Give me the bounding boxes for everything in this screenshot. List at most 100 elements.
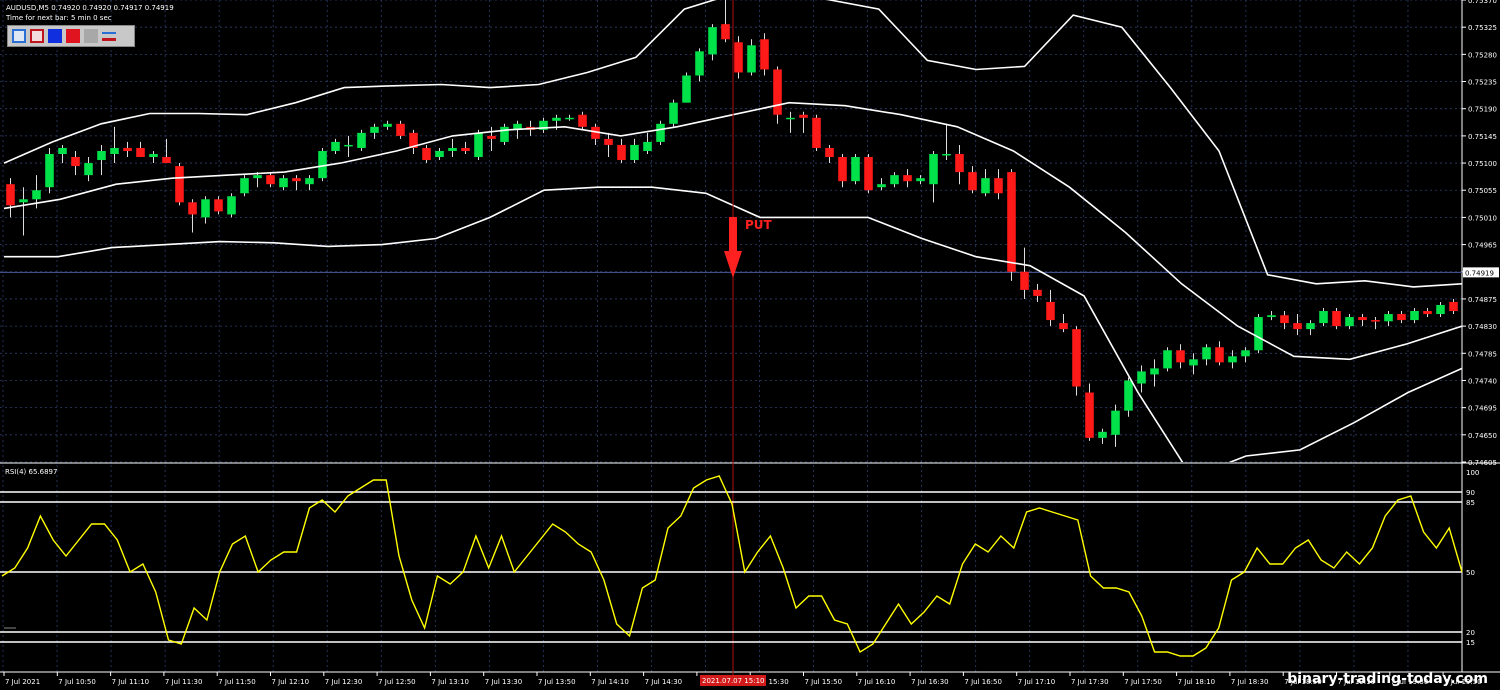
bear-candle xyxy=(773,69,782,115)
price-axis-label: 0.75235 xyxy=(1468,79,1497,87)
price-axis-label: 0.75325 xyxy=(1468,24,1497,32)
bull-candle xyxy=(279,178,288,188)
put-arrow-shaft xyxy=(729,217,737,253)
bull-candle xyxy=(331,141,340,151)
bull-candle xyxy=(1111,410,1120,435)
bear-candle xyxy=(838,157,847,182)
bear-candle xyxy=(864,157,873,191)
bull-candle xyxy=(851,157,860,182)
symbol-info: AUDUSD,M5 0.74920 0.74920 0.74917 0.7491… xyxy=(6,4,174,12)
bear-candle xyxy=(760,39,769,70)
color-toolbar xyxy=(7,25,135,47)
bull-candle xyxy=(656,123,665,142)
price-axis-label: 0.74830 xyxy=(1468,323,1497,331)
time-axis-label: 7 Jul 12:50 xyxy=(378,678,416,686)
current-price-label: 0.74919 xyxy=(1465,269,1494,277)
bear-candle xyxy=(266,175,275,185)
bear-candle xyxy=(487,135,496,139)
bull-candle xyxy=(370,126,379,133)
price-axis-label: 0.74965 xyxy=(1468,242,1497,250)
time-axis-label: 7 Jul 11:50 xyxy=(218,678,256,686)
bull-candle xyxy=(1163,350,1172,369)
put-signal-label: PUT xyxy=(745,218,773,232)
bull-candle xyxy=(474,132,483,158)
bull-candle xyxy=(1202,347,1211,360)
filled-square-red-icon[interactable] xyxy=(66,29,80,43)
bear-candle xyxy=(396,123,405,136)
bull-candle xyxy=(1319,311,1328,324)
bear-candle xyxy=(812,117,821,148)
bear-candle xyxy=(1007,172,1016,272)
price-axis-label: 0.75100 xyxy=(1468,160,1497,168)
time-axis-label: 7 Jul 15:50 xyxy=(805,678,843,686)
price-axis-label: 0.74785 xyxy=(1468,350,1497,358)
time-axis-label: 7 Jul 17:30 xyxy=(1071,678,1109,686)
bull-candle xyxy=(669,102,678,124)
bear-candle xyxy=(162,157,171,164)
bear-candle xyxy=(1332,311,1341,327)
price-axis-label: 0.75280 xyxy=(1468,51,1497,59)
watermark: binary-trading-today.com xyxy=(1287,671,1488,687)
time-axis-label: 7 Jul 13:10 xyxy=(431,678,469,686)
bull-candle xyxy=(929,154,938,185)
bear-candle xyxy=(1293,323,1302,330)
bear-candle xyxy=(1280,315,1289,324)
bear-candle xyxy=(1020,271,1029,290)
bull-candle xyxy=(552,117,561,121)
signal-time-label: 2021.07.07 15:10 xyxy=(702,677,764,685)
outline-square-blue-icon[interactable] xyxy=(12,29,26,43)
line-style-icon[interactable] xyxy=(102,29,116,43)
bull-candle xyxy=(45,154,54,188)
bull-candle xyxy=(695,51,704,76)
bull-candle xyxy=(32,190,41,200)
price-axis-label: 0.74875 xyxy=(1468,296,1497,304)
bear-candle xyxy=(214,199,223,212)
bear-candle xyxy=(994,178,1003,194)
time-axis-label: 7 Jul 14:10 xyxy=(591,678,629,686)
bull-candle xyxy=(1124,380,1133,411)
rsi-level-label: 90 xyxy=(1466,489,1475,497)
outline-square-red-icon[interactable] xyxy=(30,29,44,43)
bear-candle xyxy=(136,147,145,158)
rsi-level-label: 20 xyxy=(1466,629,1475,637)
chart-background xyxy=(0,0,1500,690)
bear-candle xyxy=(1397,314,1406,321)
bull-candle xyxy=(1150,368,1159,375)
bull-candle xyxy=(344,144,353,147)
bull-candle xyxy=(1137,371,1146,384)
bear-candle xyxy=(955,154,964,173)
bull-candle xyxy=(318,150,327,179)
rsi-level-label: 50 xyxy=(1466,569,1475,577)
price-axis-label: 0.74740 xyxy=(1468,377,1497,385)
bear-candle xyxy=(721,24,730,40)
bear-candle xyxy=(825,147,834,158)
bull-candle xyxy=(708,27,717,55)
bull-candle xyxy=(916,178,925,182)
time-axis-label: 7 Jul 18:30 xyxy=(1231,678,1269,686)
filled-square-gray-icon[interactable] xyxy=(84,29,98,43)
bear-candle xyxy=(1215,347,1224,363)
price-axis-label: 0.74695 xyxy=(1468,405,1497,413)
trading-chart[interactable]: 0.75370 0.75325 0.75280 0.75235 0.75190 0.751… xyxy=(0,0,1500,690)
bear-candle xyxy=(1371,320,1380,322)
rsi-level-label: 85 xyxy=(1466,499,1475,507)
price-axis-label: 0.75010 xyxy=(1468,214,1497,222)
bear-candle xyxy=(968,172,977,191)
price-axis-label: 0.74650 xyxy=(1468,432,1497,440)
bull-candle xyxy=(1267,315,1276,318)
bull-candle xyxy=(1098,431,1107,438)
price-axis-label: 0.75055 xyxy=(1468,187,1497,195)
time-axis-label: 7 Jul 13:30 xyxy=(485,678,523,686)
bull-candle xyxy=(1384,314,1393,322)
filled-square-blue-icon[interactable] xyxy=(48,29,62,43)
bar-timer: Time for next bar: 5 min 0 sec xyxy=(6,14,112,22)
time-axis-label: 7 Jul 14:30 xyxy=(645,678,683,686)
bear-candle xyxy=(1449,301,1458,312)
bull-candle xyxy=(357,132,366,148)
bull-candle xyxy=(240,178,249,194)
bear-candle xyxy=(188,202,197,215)
bull-candle xyxy=(890,175,899,185)
time-axis-label: 7 Jul 13:50 xyxy=(538,678,576,686)
bear-candle xyxy=(461,147,470,151)
bull-candle xyxy=(942,154,951,156)
